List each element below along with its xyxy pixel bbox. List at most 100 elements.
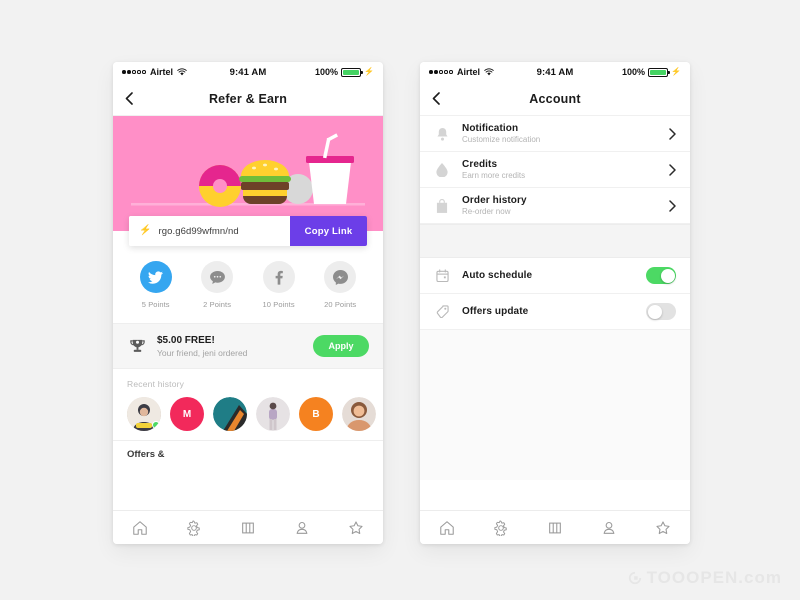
hero-banner: [113, 116, 383, 231]
facebook-icon: [262, 261, 295, 293]
chevron-right-icon: [669, 199, 676, 212]
tag-icon: [434, 305, 450, 318]
tab-bar-left[interactable]: [113, 510, 383, 544]
chevron-right-icon: [669, 127, 676, 140]
battery-percent-label: 100%: [622, 67, 646, 77]
referral-link-value: rgo.g6d99wfmn/nd: [158, 225, 239, 237]
avatar[interactable]: [256, 397, 290, 431]
home-icon: [440, 520, 454, 535]
avatar-initial: B: [312, 408, 320, 420]
chevron-left-icon: [432, 92, 440, 105]
settings-row-offers-update[interactable]: Offers update: [420, 294, 690, 330]
water-drop-icon: [434, 162, 450, 177]
bell-icon: [434, 127, 450, 141]
recent-history-avatar-list[interactable]: M B: [113, 397, 383, 431]
chevron-left-icon: [125, 92, 133, 105]
back-button-right[interactable]: [432, 82, 440, 115]
watermark-logo-icon: [628, 571, 641, 585]
person-icon: [603, 521, 615, 534]
offers-section-teaser: Offers &: [113, 440, 383, 460]
share-points-label: 5 Points: [141, 300, 170, 309]
bag-icon: [434, 198, 450, 213]
tab-favorites[interactable]: [329, 520, 383, 536]
online-status-dot: [152, 421, 160, 429]
back-button-left[interactable]: [125, 82, 133, 115]
star-icon: [349, 520, 363, 534]
settings-row-order-history[interactable]: Order history Re-order now: [420, 188, 690, 224]
home-icon: [133, 520, 147, 535]
toggle-offers-update[interactable]: [646, 303, 676, 320]
right-screen-content: Notification Customize notification Cred…: [420, 116, 690, 510]
settings-row-title: Credits: [462, 158, 498, 170]
share-option-messenger[interactable]: 20 Points: [324, 261, 357, 309]
settings-row-title: Auto schedule: [462, 270, 533, 281]
avatar[interactable]: B: [299, 397, 333, 431]
avatar[interactable]: [213, 397, 247, 431]
settings-row-subtitle: Earn more credits: [462, 171, 526, 181]
avatar[interactable]: [127, 397, 161, 431]
referral-link-input[interactable]: ⚡ rgo.g6d99wfmn/nd: [129, 216, 290, 246]
tab-profile[interactable]: [582, 520, 636, 536]
phone-mockup-account: Airtel 9:41 AM 100% ⚡ Account Notificati…: [420, 62, 690, 544]
page-title-right: Account: [529, 91, 581, 106]
carrier-label: Airtel: [456, 67, 480, 77]
avatar-initial: M: [182, 408, 192, 420]
wifi-icon: [177, 68, 187, 76]
gear-icon: [187, 519, 200, 536]
share-option-twitter[interactable]: 5 Points: [139, 261, 172, 309]
avatar-photo: [256, 397, 290, 431]
tab-bar-right[interactable]: [420, 510, 690, 544]
tab-settings[interactable]: [474, 519, 528, 536]
tab-home[interactable]: [420, 520, 474, 536]
promo-title: $5.00 FREE!: [157, 334, 215, 346]
battery-icon: [341, 67, 364, 77]
book-icon: [242, 522, 254, 533]
signal-dots-icon: [122, 70, 146, 74]
carrier-label: Airtel: [149, 67, 173, 77]
share-option-facebook[interactable]: 10 Points: [263, 261, 295, 309]
battery-percent-label: 100%: [315, 67, 339, 77]
messenger-icon: [324, 261, 357, 293]
empty-space: [420, 330, 690, 480]
settings-row-title: Order history: [462, 194, 527, 206]
left-screen-content: ⚡ rgo.g6d99wfmn/nd Copy Link 5 Points 2 …: [113, 116, 383, 510]
tab-home[interactable]: [113, 520, 167, 536]
status-bar-left: Airtel 9:41 AM 100% ⚡: [113, 62, 383, 82]
tab-explore[interactable]: [528, 520, 582, 536]
referral-link-row: ⚡ rgo.g6d99wfmn/nd Copy Link: [129, 216, 367, 246]
page-title-left: Refer & Earn: [208, 91, 288, 106]
toggle-auto-schedule[interactable]: [646, 267, 676, 284]
tab-settings[interactable]: [167, 519, 221, 536]
avatar[interactable]: M: [170, 397, 204, 431]
settings-row-title: Offers update: [462, 306, 529, 317]
lightning-bolt-icon: ⚡: [364, 67, 374, 76]
person-icon: [296, 521, 308, 534]
social-share-row: 5 Points 2 Points 10 Points 20 Points: [113, 261, 383, 323]
tab-explore[interactable]: [221, 520, 275, 536]
clock-label: 9:41 AM: [536, 66, 574, 78]
burger-donut-drink-illustration: [131, 133, 365, 207]
tab-favorites[interactable]: [636, 520, 690, 536]
chevron-right-icon: [669, 163, 676, 176]
settings-row-subtitle: Customize notification: [462, 135, 541, 145]
settings-row-credits[interactable]: Credits Earn more credits: [420, 152, 690, 188]
tab-profile[interactable]: [275, 520, 329, 536]
calendar-icon: [434, 269, 450, 282]
nav-bar-right: Account: [420, 82, 690, 116]
apply-button[interactable]: Apply: [313, 335, 369, 357]
share-points-label: 2 Points: [203, 300, 232, 309]
settings-row-notification[interactable]: Notification Customize notification: [420, 116, 690, 152]
lightning-bolt-icon: ⚡: [139, 225, 152, 236]
screenshot-canvas: Airtel 9:41 AM 100% ⚡ Refer & Earn ⚡ rgo…: [0, 0, 800, 600]
share-option-chat[interactable]: 2 Points: [201, 261, 234, 309]
avatar[interactable]: [342, 397, 376, 431]
promo-banner: $5.00 FREE! Your friend, jeni ordered Ap…: [113, 323, 383, 369]
watermark: TOOOPEN.com: [628, 568, 782, 588]
recent-history-section: Recent history M B: [113, 369, 383, 440]
promo-subtitle: Your friend, jeni ordered: [157, 347, 248, 358]
nav-bar-left: Refer & Earn: [113, 82, 383, 116]
account-settings-list: Notification Customize notification Cred…: [420, 116, 690, 480]
share-points-label: 10 Points: [262, 300, 295, 309]
settings-row-auto-schedule[interactable]: Auto schedule: [420, 258, 690, 294]
copy-link-button[interactable]: Copy Link: [290, 216, 367, 246]
